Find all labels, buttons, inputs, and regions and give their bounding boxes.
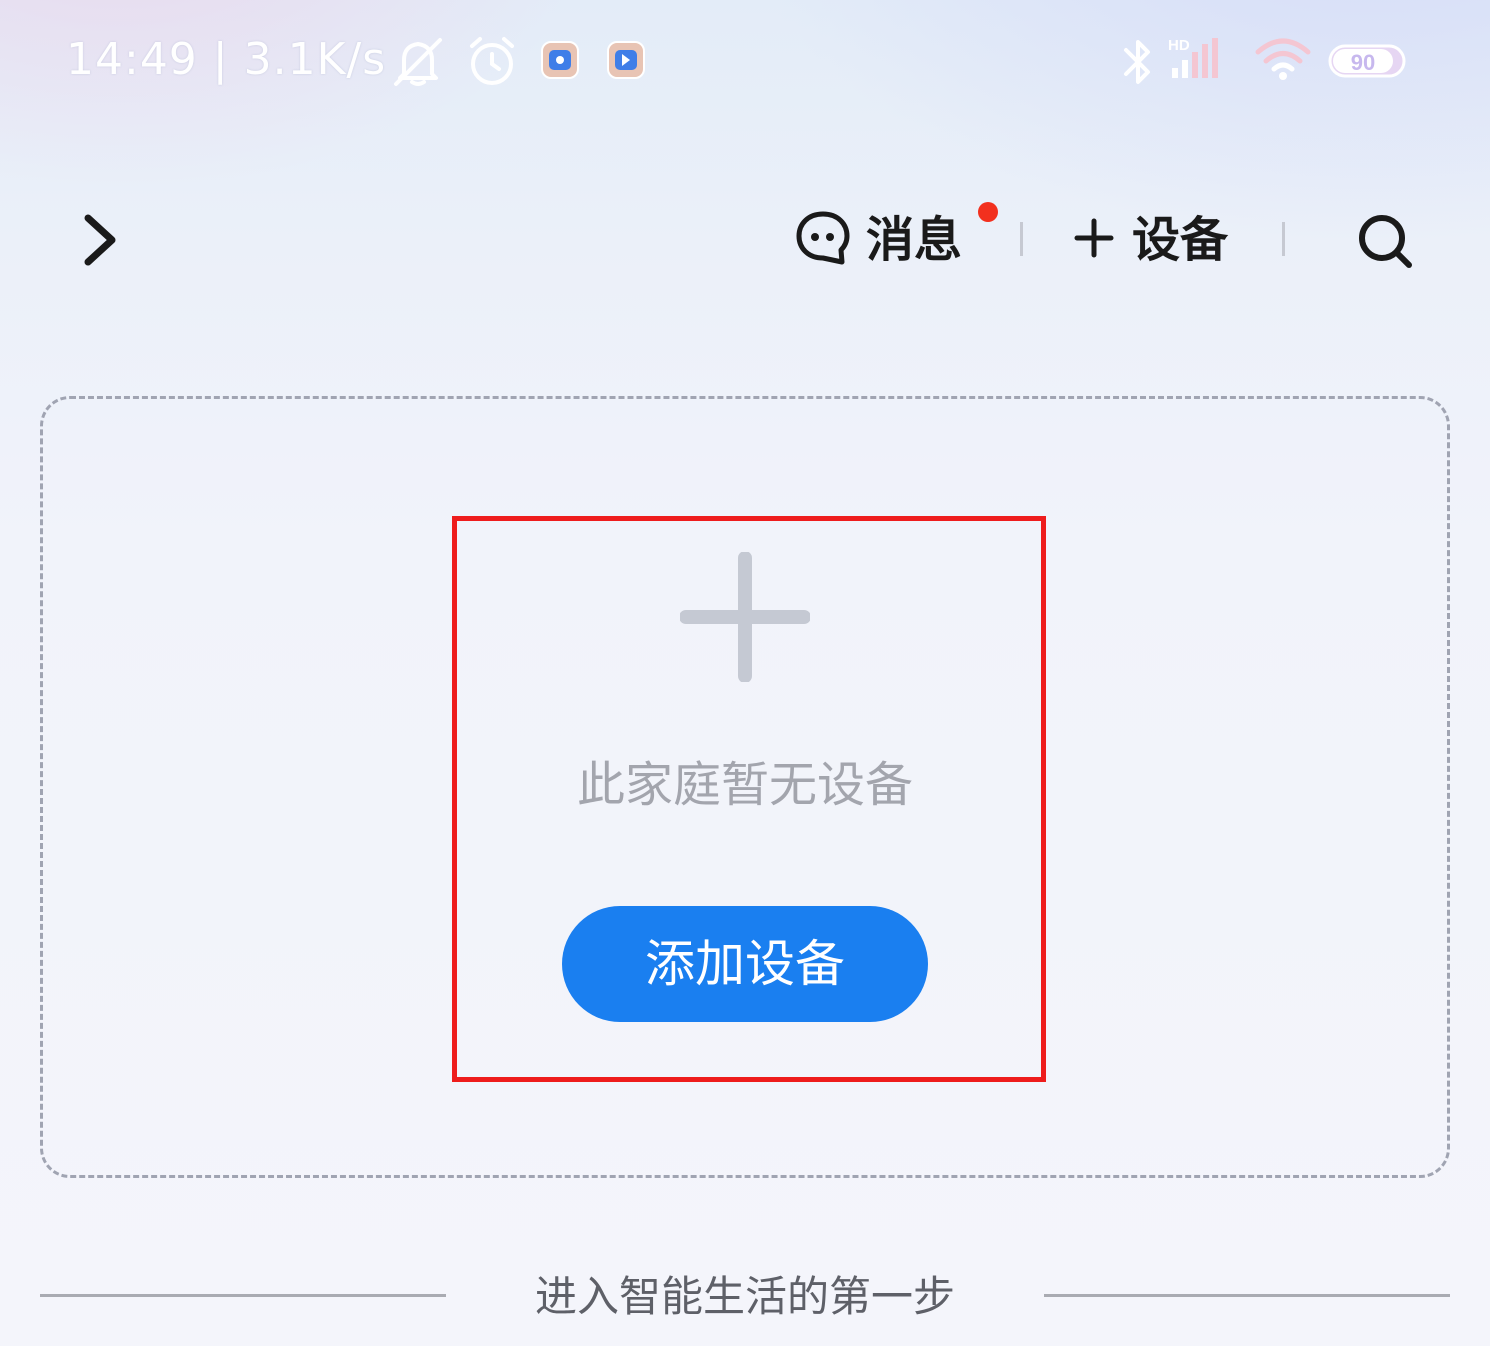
unread-badge <box>978 202 998 222</box>
section-divider-right <box>1044 1294 1450 1297</box>
section-divider-left <box>40 1294 446 1297</box>
plus-icon[interactable] <box>679 551 811 683</box>
notification-app-icon <box>606 40 646 80</box>
status-bar: 14:49 | 3.1K/s HD 90 <box>0 0 1490 120</box>
plus-icon <box>1074 218 1114 262</box>
mute-icon <box>390 36 446 88</box>
top-bar: 消息 <box>0 180 1490 300</box>
chevron-right-icon[interactable] <box>78 210 122 270</box>
chat-bubble-icon <box>794 210 852 270</box>
bluetooth-icon <box>1120 36 1156 88</box>
add-device-top-button[interactable]: 设备 <box>1074 208 1228 272</box>
messages-label: 消息 <box>866 212 963 268</box>
messages-button[interactable]: 消息 <box>794 208 962 272</box>
top-bar-divider <box>1020 222 1023 256</box>
empty-state-message: 此家庭暂无设备 <box>576 757 913 813</box>
network-badge: HD <box>1168 37 1190 54</box>
status-time-and-speed: 14:49 | 3.1K/s <box>66 34 387 85</box>
add-device-top-label: 设备 <box>1132 212 1229 268</box>
alarm-icon <box>466 34 518 88</box>
wifi-icon <box>1254 36 1312 82</box>
cellular-signal-icon: HD <box>1168 36 1228 80</box>
section-title: 进入智能生活的第一步 <box>534 1272 955 1321</box>
search-icon[interactable] <box>1356 212 1414 270</box>
notification-app-icon <box>540 40 580 80</box>
battery-level: 90 <box>1351 50 1375 75</box>
battery-icon: 90 <box>1328 44 1410 78</box>
add-device-button[interactable]: 添加设备 <box>562 906 928 1022</box>
top-bar-divider <box>1282 222 1285 256</box>
